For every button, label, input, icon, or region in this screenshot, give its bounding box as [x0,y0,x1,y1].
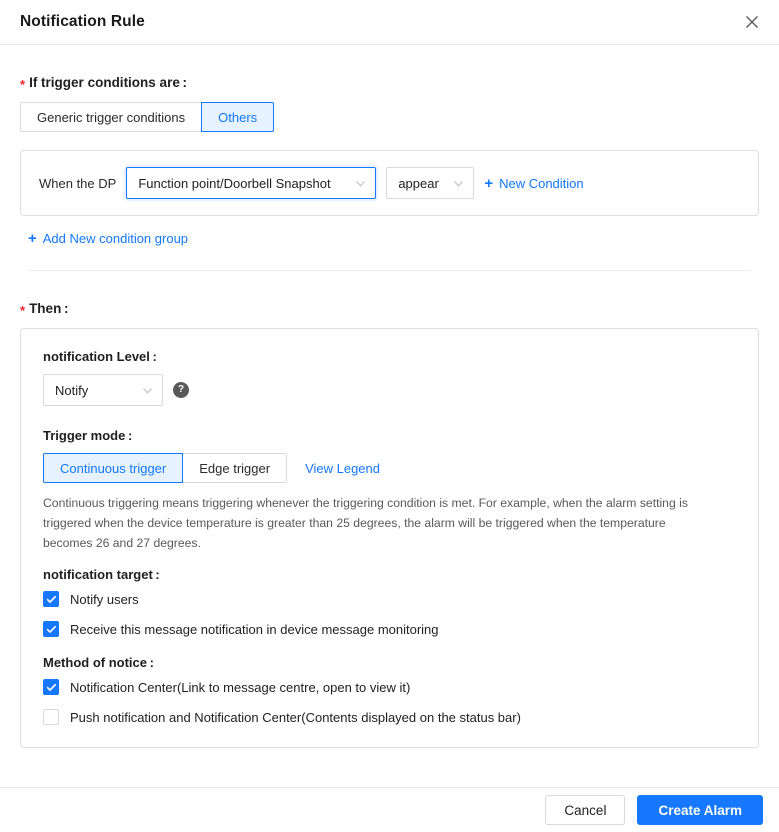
trigger-condition-tabs: Generic trigger conditions Others [20,102,275,132]
dp-select[interactable]: Function point/Doorbell Snapshot [126,167,377,199]
tab-edge-trigger[interactable]: Edge trigger [182,453,288,483]
checkbox-notify-users[interactable]: Notify users [43,591,736,608]
dp-select-value: Function point/Doorbell Snapshot [138,175,331,191]
notification-level-select[interactable]: Notify [43,374,163,406]
notification-target-label: notification target : [43,567,160,583]
chevron-down-icon [355,178,366,189]
tab-continuous-trigger[interactable]: Continuous trigger [43,453,184,483]
condition-group-card: When the DP Function point/Doorbell Snap… [20,150,759,216]
required-marker: * [20,77,26,92]
checkbox-icon [43,709,59,726]
section-divider [28,270,751,271]
dialog-header: Notification Rule [0,0,779,45]
add-condition-group-button[interactable]: + Add New condition group [28,231,188,246]
close-icon[interactable] [739,9,765,35]
trigger-conditions-label-text: If trigger conditions are : [29,75,188,90]
notification-level-row: Notify ? [43,374,736,406]
dialog-footer: Cancel Create Alarm [0,787,779,832]
plus-icon: + [28,230,37,247]
dialog-body: * If trigger conditions are : Generic tr… [0,45,779,787]
trigger-conditions-label: * If trigger conditions are : [20,75,759,92]
add-condition-group-row: + Add New condition group [28,230,759,248]
new-condition-label: New Condition [499,175,584,191]
cancel-button[interactable]: Cancel [545,795,626,825]
notification-level-value: Notify [55,382,89,398]
checkbox-icon [43,679,59,696]
checkbox-icon [43,591,59,608]
page-title: Notification Rule [20,13,145,30]
notification-rule-dialog: Notification Rule * If trigger condition… [0,0,779,832]
checkbox-label: Push notification and Notification Cente… [70,709,521,725]
question-mark-icon[interactable]: ? [173,382,189,398]
then-label: * Then : [20,301,759,318]
trigger-mode-description: Continuous triggering means triggering w… [43,496,688,550]
tab-others[interactable]: Others [201,102,275,132]
checkbox-device-message-monitoring[interactable]: Receive this message notification in dev… [43,621,736,638]
notification-level-label: notification Level : [43,349,157,364]
chevron-down-icon [453,178,464,189]
then-label-text: Then : [29,301,69,316]
checkbox-label: Receive this message notification in dev… [70,621,439,637]
when-the-dp-label: When the DP [39,175,117,191]
new-condition-button[interactable]: + New Condition [484,176,583,191]
checkbox-icon [43,621,59,638]
checkbox-label: Notify users [70,591,139,607]
create-alarm-button[interactable]: Create Alarm [637,795,763,825]
checkbox-label: Notification Center(Link to message cent… [70,679,411,695]
trigger-mode-tabs: Continuous trigger Edge trigger [43,453,288,483]
trigger-mode-label: Trigger mode : [43,428,133,443]
plus-icon: + [484,174,494,192]
add-condition-group-label: Add New condition group [42,231,189,246]
operator-select[interactable]: appear [386,167,475,199]
trigger-mode-row: Continuous trigger Edge trigger View Leg… [43,453,736,483]
checkbox-notification-center[interactable]: Notification Center(Link to message cent… [43,679,736,696]
chevron-down-icon [142,385,153,396]
then-card: notification Level : Notify ? Trigger mo… [20,328,759,749]
checkbox-push-notification[interactable]: Push notification and Notification Cente… [43,709,736,726]
view-legend-link[interactable]: View Legend [305,461,380,476]
method-of-notice-label: Method of notice : [43,655,154,671]
operator-select-value: appear [398,175,439,191]
tab-generic-trigger-conditions[interactable]: Generic trigger conditions [20,102,203,132]
required-marker: * [20,303,26,318]
